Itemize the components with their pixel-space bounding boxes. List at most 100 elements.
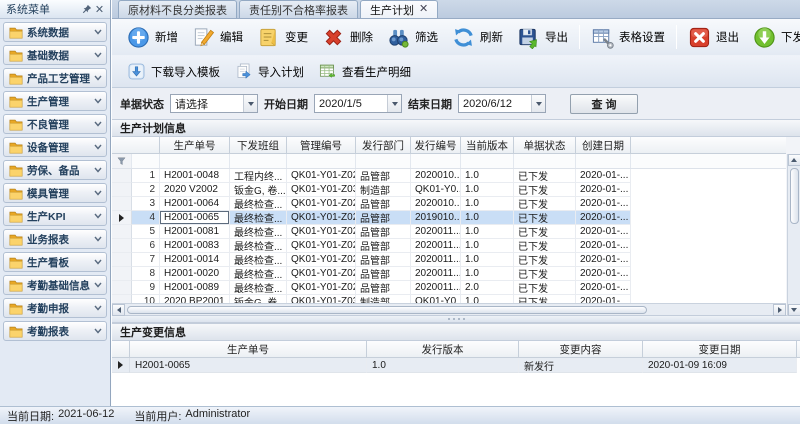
plan-grid-header: 生产单号下发班组管理编号发行部门发行编号当前版本单据状态创建日期 (112, 137, 786, 154)
toolbar-button[interactable]: 筛选 (380, 24, 445, 51)
column-header[interactable]: 创建日期 (576, 137, 631, 153)
sidebar-item[interactable]: 生产KPI (3, 206, 107, 226)
status-filter-select[interactable]: 请选择 (170, 94, 258, 113)
cell-version: 2.0 (461, 281, 514, 295)
column-header[interactable]: 变更内容 (519, 341, 643, 357)
tab-bar: 原材料不良分类报表 责任别不合格率报表 生产计划 ✕ (112, 0, 800, 19)
scrollbar-thumb[interactable] (790, 168, 799, 224)
toolbar-button[interactable]: 导入计划 (227, 60, 311, 83)
filter-cell[interactable] (160, 154, 230, 168)
horizontal-scrollbar[interactable] (112, 303, 786, 315)
scroll-left-icon[interactable] (112, 304, 125, 316)
table-row[interactable]: 2 2020 V2002 钣金G, 卷... QK01-Y01-Z03 制造部 … (112, 183, 786, 197)
toolbar-secondary: 下载导入模板 导入计划 查看生产明细 (112, 56, 800, 88)
column-header[interactable]: 生产单号 (130, 341, 367, 357)
table-row[interactable]: 9 H2001-0089 最终检查... QK01-Y01-Z02 品管部 20… (112, 281, 786, 295)
close-icon[interactable]: ✕ (93, 3, 106, 16)
sidebar-item[interactable]: 生产管理 (3, 91, 107, 111)
cell-created: 2020-01-... (576, 225, 631, 239)
row-number: 5 (132, 225, 160, 239)
column-header[interactable]: 单据状态 (514, 137, 576, 153)
chevron-down-icon (94, 141, 102, 153)
table-row[interactable]: 5 H2001-0081 最终检查... QK01-Y01-Z02 品管部 20… (112, 225, 786, 239)
toolbar-button[interactable]: 查看生产明细 (311, 60, 418, 83)
query-button[interactable]: 查 询 (570, 94, 638, 114)
panel-splitter[interactable] (112, 316, 800, 323)
toolbar-button[interactable]: 刷新 (445, 24, 510, 51)
filter-cell[interactable] (287, 154, 356, 168)
column-header[interactable]: 发行部门 (356, 137, 411, 153)
cell-status: 已下发 (514, 253, 576, 267)
cell-team: 最终检查... (230, 253, 287, 267)
table-row[interactable]: H2001-0065 1.0 新发行 2020-01-09 16:09 (112, 358, 800, 373)
sidebar-item[interactable]: 模具管理 (3, 183, 107, 203)
toolbar-button[interactable]: 导出 (510, 24, 575, 51)
toolbar-buttons: 新增 编辑 变更 删除 筛选 刷新 导出 表格设置 退出 下发计划 (120, 24, 800, 51)
toolbar-button[interactable]: 新增 (120, 24, 185, 51)
start-date-select[interactable]: 2020/1/5 (314, 94, 402, 113)
filter-cell[interactable] (411, 154, 461, 168)
column-header[interactable]: 管理编号 (287, 137, 356, 153)
toolbar-button[interactable]: 下载导入模板 (120, 60, 227, 83)
sidebar-item[interactable]: 考勤报表 (3, 321, 107, 341)
column-header[interactable]: 生产单号 (160, 137, 230, 153)
sidebar-item[interactable]: 基础数据 (3, 45, 107, 65)
sidebar-item[interactable]: 产品工艺管理 (3, 68, 107, 88)
sidebar-item-label: 不良管理 (27, 117, 90, 132)
toolbar-button[interactable]: 退出 (681, 24, 746, 51)
tab[interactable]: 生产计划 ✕ (360, 0, 438, 18)
folder-icon (8, 25, 23, 39)
column-header[interactable]: 发行编号 (411, 137, 461, 153)
sidebar-item[interactable]: 生产看板 (3, 252, 107, 272)
column-header[interactable]: 发行版本 (367, 341, 519, 357)
toolbar-button-label: 导入计划 (258, 64, 304, 80)
sidebar-item[interactable]: 设备管理 (3, 137, 107, 157)
chevron-down-icon[interactable] (387, 95, 401, 112)
tab[interactable]: 原材料不良分类报表 (118, 0, 237, 18)
column-header[interactable]: 下发班组 (230, 137, 287, 153)
toolbar-button-label: 查看生产明细 (342, 64, 411, 80)
end-date-select[interactable]: 2020/6/12 (458, 94, 546, 113)
table-row[interactable]: 1 H2001-0048 工程内终... QK01-Y01-Z02 品管部 20… (112, 169, 786, 183)
table-row[interactable]: 8 H2001-0020 最终检查... QK01-Y01-Z02 品管部 20… (112, 267, 786, 281)
table-row[interactable]: 6 H2001-0083 最终检查... QK01-Y01-Z02 品管部 20… (112, 239, 786, 253)
filter-cell[interactable] (132, 154, 160, 168)
tab[interactable]: 责任别不合格率报表 (239, 0, 358, 18)
table-row[interactable]: 7 H2001-0014 最终检查... QK01-Y01-Z02 品管部 20… (112, 253, 786, 267)
sidebar-item[interactable]: 考勤申报 (3, 298, 107, 318)
sidebar-item[interactable]: 劳保、备品 (3, 160, 107, 180)
cell-created: 2020-01-... (576, 253, 631, 267)
sidebar-item[interactable]: 不良管理 (3, 114, 107, 134)
toolbar-button[interactable]: 编辑 (185, 24, 250, 51)
filter-cell[interactable] (576, 154, 631, 168)
filter-cell[interactable] (356, 154, 411, 168)
filter-cell[interactable] (514, 154, 576, 168)
folder-icon (8, 48, 23, 62)
chevron-down-icon[interactable] (243, 95, 257, 112)
sidebar-item[interactable]: 考勤基础信息 (3, 275, 107, 295)
sidebar-item[interactable]: 业务报表 (3, 229, 107, 249)
vertical-scrollbar[interactable] (787, 154, 800, 316)
cell-team: 钣金G, 卷... (230, 183, 287, 197)
scroll-down-icon[interactable] (788, 304, 800, 316)
row-indicator (112, 281, 132, 295)
close-icon[interactable]: ✕ (419, 4, 428, 15)
sidebar-item[interactable]: 系统数据 (3, 22, 107, 42)
pin-icon[interactable] (80, 3, 93, 16)
filter-cell[interactable] (230, 154, 287, 168)
filter-cell[interactable] (461, 154, 514, 168)
toolbar-button[interactable]: 变更 (250, 24, 315, 51)
scroll-right-icon[interactable] (773, 304, 786, 316)
toolbar-button[interactable]: 表格设置 (584, 24, 672, 51)
toolbar-button[interactable]: 删除 (315, 24, 380, 51)
folder-icon (8, 255, 23, 269)
row-indicator (112, 225, 132, 239)
chevron-down-icon[interactable] (531, 95, 545, 112)
column-header[interactable]: 当前版本 (461, 137, 514, 153)
table-row[interactable]: 3 H2001-0064 最终检查... QK01-Y01-Z02 品管部 20… (112, 197, 786, 211)
toolbar-button[interactable]: 下发计划 (746, 24, 800, 51)
scroll-up-icon[interactable] (788, 154, 800, 166)
table-row[interactable]: 4 H2001-0065 最终检查... QK01-Y01-Z02 品管部 20… (112, 211, 786, 225)
column-header[interactable]: 变更日期 (643, 341, 797, 357)
scrollbar-thumb[interactable] (127, 306, 647, 314)
